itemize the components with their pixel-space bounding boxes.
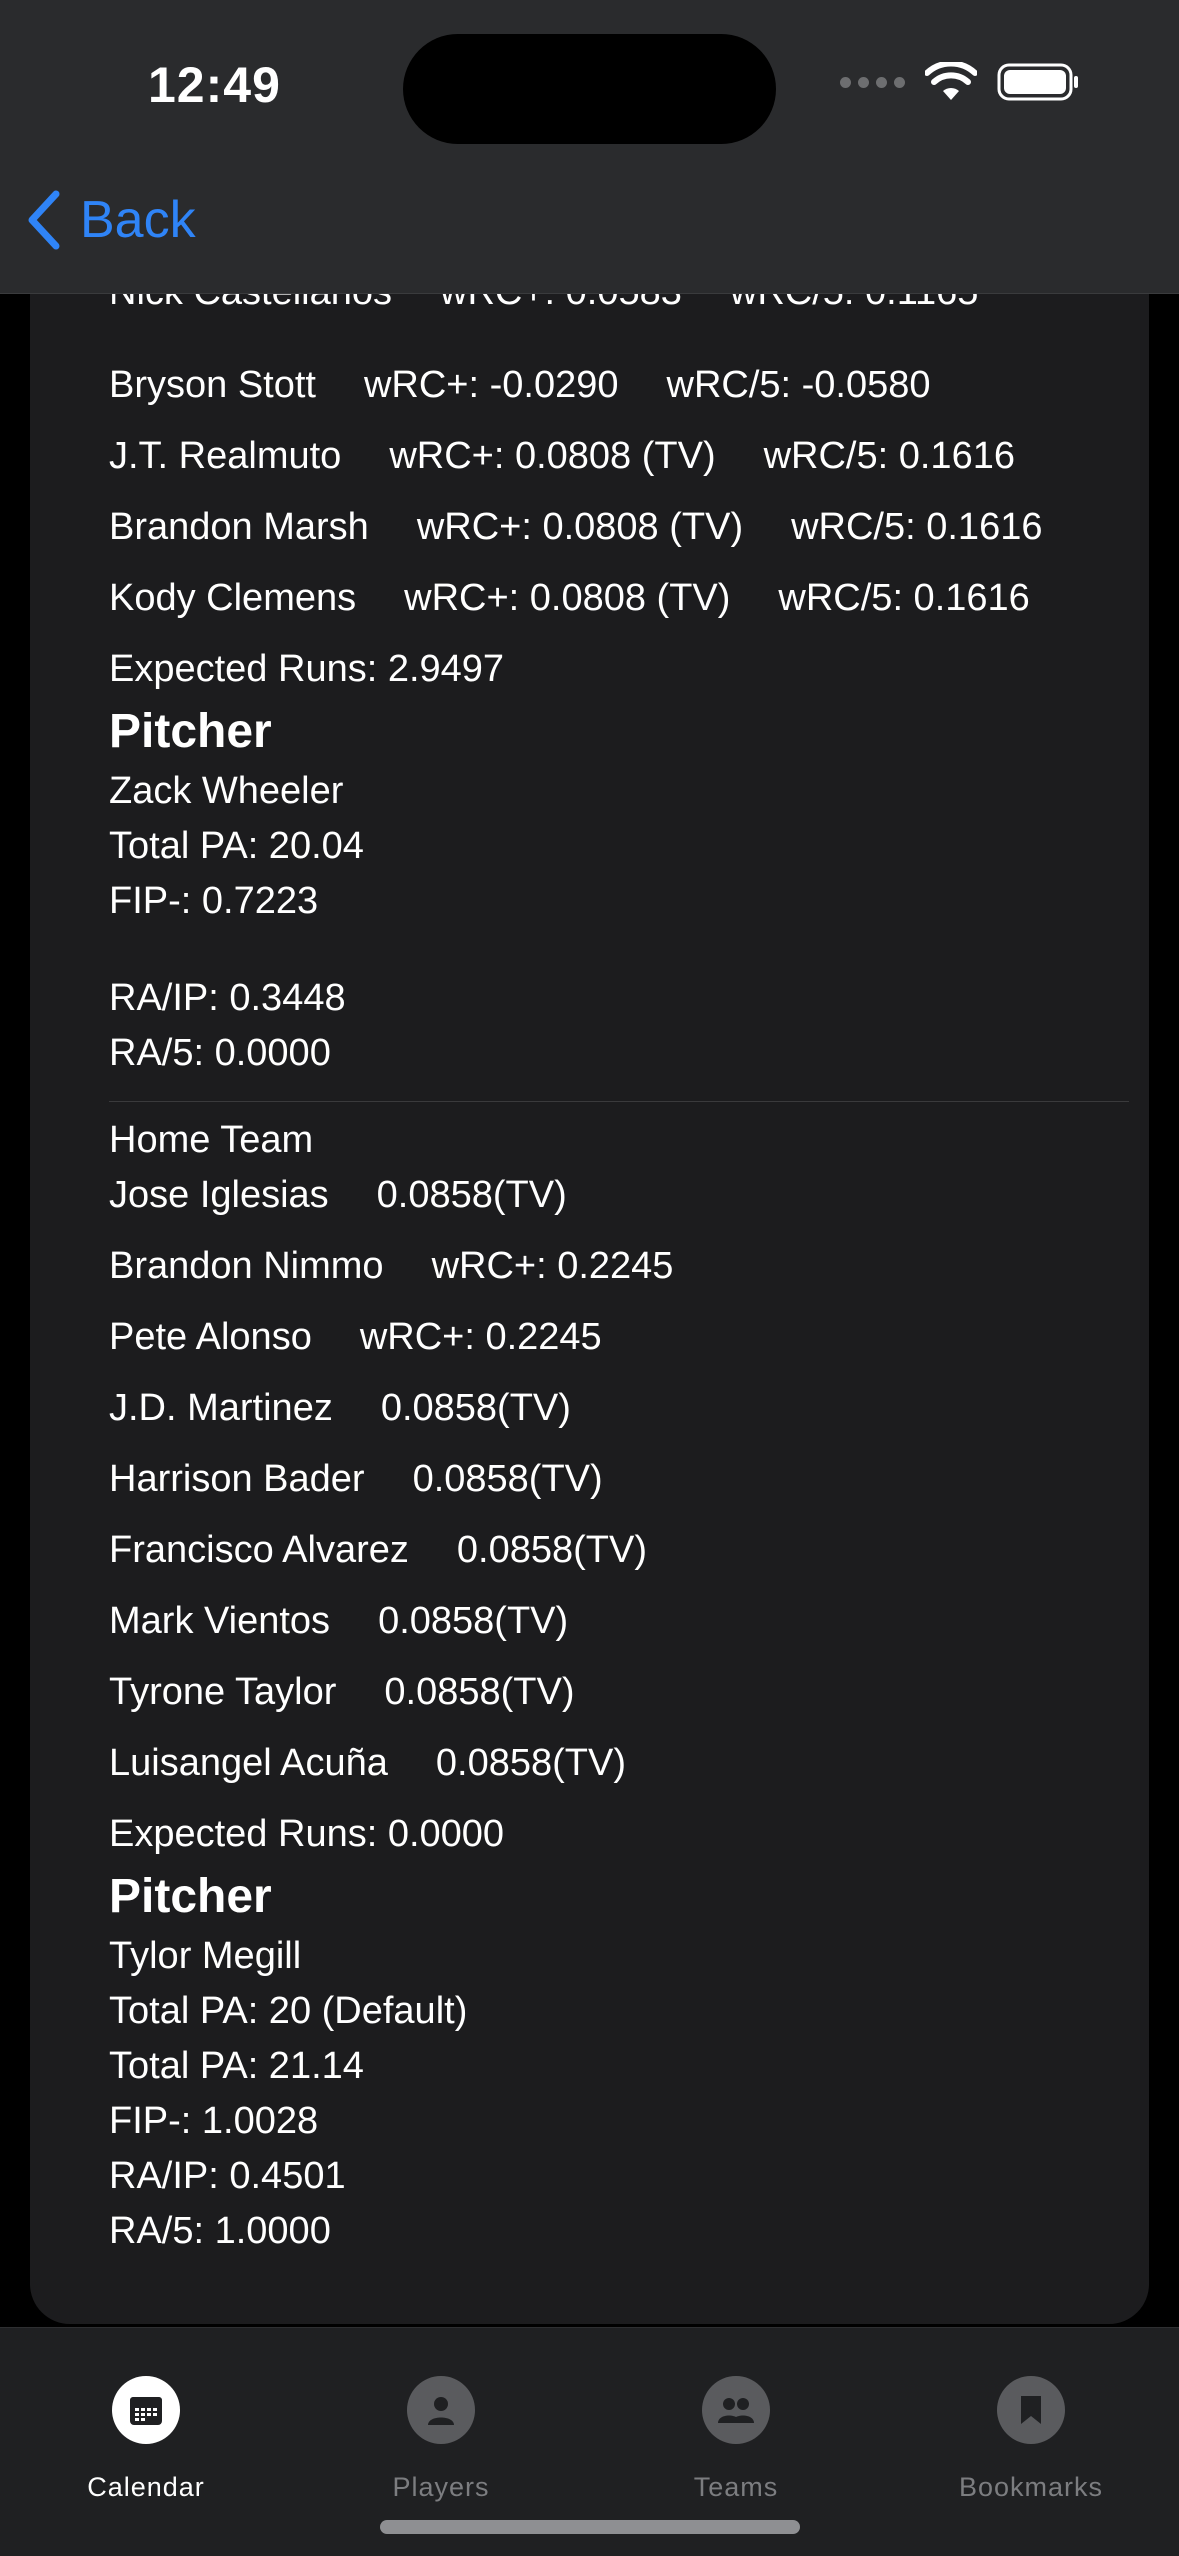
batter-row: Francisco Alvarez 0.0858(TV) bbox=[109, 1531, 647, 1569]
status-time: 12:49 bbox=[148, 57, 281, 113]
battery-icon bbox=[997, 63, 1078, 101]
batter-stat: wRC+: 0.2245 bbox=[431, 1245, 674, 1287]
batter-wrc5: wRC/5: 0.1616 bbox=[778, 577, 1030, 619]
pitcher-total-pa: Total PA: 20.04 bbox=[109, 825, 364, 867]
tab-players[interactable]: Players bbox=[321, 2376, 561, 2503]
batter-name: Brandon Marsh bbox=[109, 506, 369, 548]
batter-stat: 0.0858(TV) bbox=[412, 1458, 603, 1500]
pitcher-name: Zack Wheeler bbox=[109, 770, 344, 812]
pitcher-heading: Pitcher bbox=[109, 705, 272, 758]
batter-stat: 0.0858(TV) bbox=[456, 1529, 647, 1571]
batter-name: J.T. Realmuto bbox=[109, 435, 342, 477]
pitcher-ra5: RA/5: 0.0000 bbox=[109, 1032, 331, 1074]
batter-stat: 0.0858(TV) bbox=[376, 1174, 567, 1216]
person-icon bbox=[407, 2376, 475, 2444]
batter-name: Brandon Nimmo bbox=[109, 1245, 384, 1287]
batter-wrc-plus: wRC+: 0.0808 (TV) bbox=[389, 435, 716, 477]
batter-wrc5: wRC/5: 0.1616 bbox=[791, 506, 1043, 548]
batter-name: Mark Vientos bbox=[109, 1600, 331, 1642]
batter-name: Jose Iglesias bbox=[109, 1174, 329, 1216]
batter-name: Francisco Alvarez bbox=[109, 1529, 409, 1571]
pitcher-ra-ip: RA/IP: 0.3448 bbox=[109, 977, 346, 1019]
batter-stat: 0.0858(TV) bbox=[435, 1742, 626, 1784]
batter-name: Tyrone Taylor bbox=[109, 1671, 337, 1713]
divider bbox=[109, 1101, 1129, 1102]
batter-row: Tyrone Taylor 0.0858(TV) bbox=[109, 1673, 575, 1711]
chevron-left-icon bbox=[28, 190, 60, 250]
pitcher-heading: Pitcher bbox=[109, 1870, 272, 1923]
calendar-icon bbox=[112, 2376, 180, 2444]
team-label: Home Team bbox=[109, 1119, 314, 1161]
pitcher-ra-ip: RA/IP: 0.4501 bbox=[109, 2155, 346, 2197]
game-detail-card: Nick CastellanoswRC+: 0.0583wRC/5: 0.116… bbox=[30, 273, 1149, 2324]
batter-wrc-plus: wRC+: 0.0808 (TV) bbox=[404, 577, 731, 619]
batter-row: J.D. Martinez 0.0858(TV) bbox=[109, 1389, 571, 1427]
tab-label: Calendar bbox=[87, 2472, 205, 2502]
status-icons bbox=[840, 62, 1079, 102]
pitcher-ra5: RA/5: 1.0000 bbox=[109, 2210, 331, 2252]
expected-runs: Expected Runs: 2.9497 bbox=[109, 648, 505, 690]
pitcher-total-pa: Total PA: 21.14 bbox=[109, 2045, 364, 2087]
tab-calendar[interactable]: Calendar bbox=[26, 2376, 266, 2503]
pitcher-name: Tylor Megill bbox=[109, 1935, 302, 1977]
people-icon bbox=[702, 2376, 770, 2444]
back-button[interactable]: Back bbox=[26, 190, 196, 250]
batter-wrc5: wRC/5: 0.1616 bbox=[763, 435, 1015, 477]
batter-stat: 0.0858(TV) bbox=[384, 1671, 575, 1713]
tab-label: Players bbox=[392, 2472, 490, 2502]
batter-name: J.D. Martinez bbox=[109, 1387, 333, 1429]
batter-row: Pete Alonso wRC+: 0.2245 bbox=[109, 1318, 602, 1356]
back-label: Back bbox=[80, 191, 196, 249]
expected-runs: Expected Runs: 0.0000 bbox=[109, 1813, 505, 1855]
batter-stat: 0.0858(TV) bbox=[380, 1387, 571, 1429]
batter-row: J.T. Realmuto wRC+: 0.0808 (TV) wRC/5: 0.1… bbox=[109, 437, 1015, 475]
batter-stat: 0.0858(TV) bbox=[378, 1600, 569, 1642]
bookmark-icon bbox=[997, 2376, 1065, 2444]
batter-row: Brandon Nimmo wRC+: 0.2245 bbox=[109, 1247, 673, 1285]
batter-row: Bryson Stott wRC+: -0.0290 wRC/5: -0.0580 bbox=[109, 366, 931, 404]
signal-icon bbox=[840, 76, 905, 88]
pitcher-fip: FIP-: 0.7223 bbox=[109, 880, 319, 922]
wifi-icon bbox=[925, 62, 977, 100]
batter-wrc-plus: wRC+: 0.0808 (TV) bbox=[416, 506, 744, 548]
batter-name: Bryson Stott bbox=[109, 364, 316, 406]
batter-row: Jose Iglesias 0.0858(TV) bbox=[109, 1176, 567, 1214]
tab-teams[interactable]: Teams bbox=[616, 2376, 856, 2503]
top-bar: 12:49 Back bbox=[0, 0, 1179, 294]
batter-row: Harrison Bader 0.0858(TV) bbox=[109, 1460, 603, 1498]
home-indicator bbox=[380, 2520, 800, 2534]
pitcher-total-pa-default: Total PA: 20 (Default) bbox=[109, 1990, 468, 2032]
batter-name: Kody Clemens bbox=[109, 577, 357, 619]
batter-row: Luisangel Acuña 0.0858(TV) bbox=[109, 1744, 626, 1782]
batter-row: Brandon Marsh wRC+: 0.0808 (TV) wRC/5: 0.1… bbox=[109, 508, 1042, 546]
tab-bookmarks[interactable]: Bookmarks bbox=[911, 2376, 1151, 2503]
pitcher-fip: FIP-: 1.0028 bbox=[109, 2100, 319, 2142]
tab-label: Teams bbox=[693, 2472, 779, 2502]
batter-name: Luisangel Acuña bbox=[109, 1742, 388, 1784]
batter-stat: wRC+: 0.2245 bbox=[359, 1316, 602, 1358]
tab-label: Bookmarks bbox=[958, 2472, 1104, 2502]
batter-wrc-plus: wRC+: -0.0290 bbox=[363, 364, 619, 406]
batter-row: Kody Clemens wRC+: 0.0808 (TV) wRC/5: 0.16… bbox=[109, 579, 1030, 617]
batter-name: Harrison Bader bbox=[109, 1458, 365, 1500]
batter-wrc5: wRC/5: -0.0580 bbox=[666, 364, 931, 406]
batter-row: Mark Vientos 0.0858(TV) bbox=[109, 1602, 568, 1640]
tab-bar: Calendar Players Teams Bookmarks bbox=[0, 2327, 1179, 2556]
dynamic-island bbox=[403, 34, 776, 144]
batter-name: Pete Alonso bbox=[109, 1316, 312, 1358]
